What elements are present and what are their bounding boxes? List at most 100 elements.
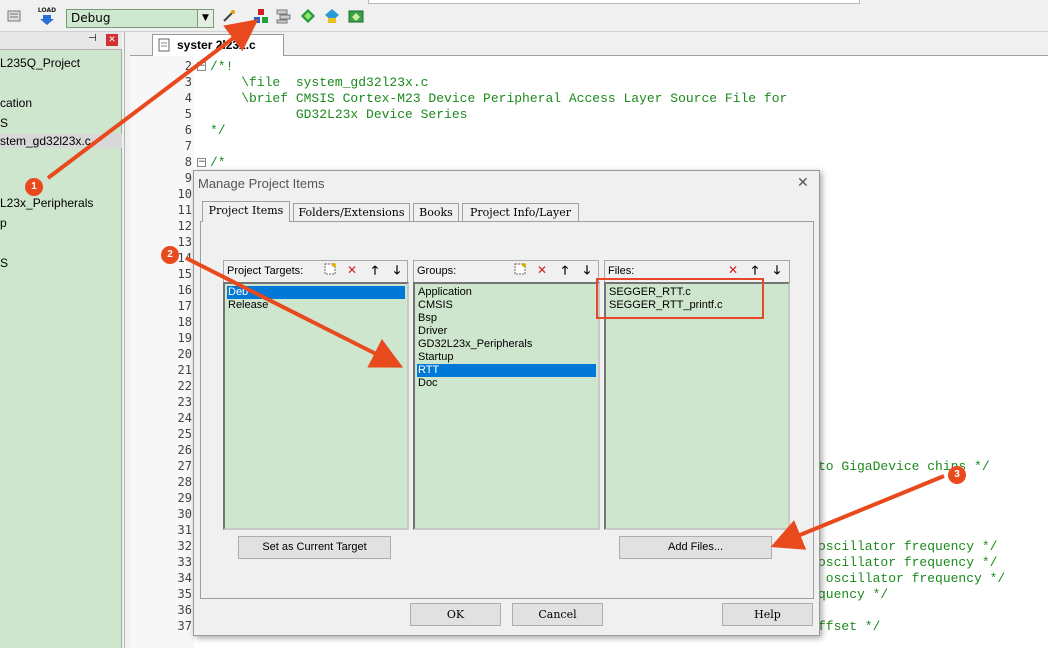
list-item-group[interactable]: Driver: [417, 325, 596, 338]
tree-item-cmsis[interactable]: S: [0, 116, 8, 130]
code-fragment: oscillator frequency */: [818, 539, 998, 554]
cancel-button[interactable]: Cancel: [512, 603, 603, 626]
manage-project-icon[interactable]: [251, 6, 271, 26]
list-item-group-selected[interactable]: RTT: [417, 364, 596, 377]
select-packs-icon[interactable]: [298, 6, 318, 26]
list-item-group[interactable]: Doc: [417, 377, 596, 390]
line-number: 11: [177, 203, 192, 217]
target-options-icon[interactable]: [219, 6, 239, 26]
tab-folders-extensions[interactable]: Folders/Extensions: [293, 203, 410, 222]
file-extensions-icon[interactable]: [274, 6, 294, 26]
project-panel: [0, 32, 122, 648]
step-badge-1: 1: [25, 178, 43, 196]
line-number: 12: [177, 219, 192, 233]
code-line: /*: [210, 155, 226, 170]
code-line: GD32L23x Device Series: [210, 107, 468, 122]
line-number: 37: [177, 619, 192, 633]
line-number: 4: [184, 91, 192, 105]
list-item-group[interactable]: Startup: [417, 351, 596, 364]
list-item-group[interactable]: Bsp: [417, 312, 596, 325]
tree-item-rtt[interactable]: S: [0, 256, 8, 270]
line-number: 13: [177, 235, 192, 249]
tab-project-items[interactable]: Project Items: [202, 201, 290, 222]
delete-file-icon[interactable]: ✕: [724, 262, 742, 279]
set-current-target-button[interactable]: Set as Current Target: [238, 536, 391, 559]
line-number: 25: [177, 427, 192, 441]
toolbar: LOAD Debug ▼: [0, 0, 1048, 32]
line-number: 23: [177, 395, 192, 409]
tab-books[interactable]: Books: [413, 203, 459, 222]
line-number: 3: [184, 75, 192, 89]
code-line: /*!: [210, 59, 234, 74]
files-list[interactable]: SEGGER_RTT.c SEGGER_RTT_printf.c: [604, 282, 790, 530]
line-number: 2: [184, 59, 192, 73]
tree-item-project[interactable]: L235Q_Project: [0, 56, 80, 70]
line-number: 30: [177, 507, 192, 521]
code-fragment: oscillator frequency */: [818, 571, 1006, 586]
groups-label: Groups:: [417, 265, 457, 277]
list-item-group[interactable]: Application: [417, 286, 596, 299]
tree-item-startup[interactable]: p: [0, 216, 7, 230]
tab-label: syster 2l23x.c: [177, 38, 256, 52]
line-number: 24: [177, 411, 192, 425]
new-target-icon[interactable]: [321, 262, 339, 279]
line-number: 32: [177, 539, 192, 553]
move-down-icon[interactable]: 🡓: [578, 262, 596, 279]
close-icon[interactable]: ✕: [797, 175, 809, 191]
line-number: 22: [177, 379, 192, 393]
dialog-title: Manage Project Items: [198, 176, 325, 191]
list-item-target[interactable]: Release: [227, 299, 405, 312]
code-line: \brief CMSIS Cortex-M23 Device Periphera…: [210, 91, 788, 106]
list-item-group[interactable]: GD32L23x_Peripherals: [417, 338, 596, 351]
fold-toggle-icon[interactable]: −: [197, 62, 206, 71]
tab-project-info-layer[interactable]: Project Info/Layer: [462, 203, 579, 222]
add-files-button[interactable]: Add Files...: [619, 536, 772, 559]
toolbar-search-box[interactable]: [368, 0, 860, 4]
line-number: 35: [177, 587, 192, 601]
run-time-env-icon[interactable]: [322, 6, 342, 26]
move-down-icon[interactable]: 🡓: [768, 262, 786, 279]
tree-item-system-file[interactable]: stem_gd32l23x.c: [0, 134, 122, 148]
move-up-icon[interactable]: 🡑: [556, 262, 574, 279]
ok-button[interactable]: OK: [410, 603, 501, 626]
line-number: 33: [177, 555, 192, 569]
delete-group-icon[interactable]: ✕: [533, 262, 551, 279]
rte-packs-icon[interactable]: [346, 6, 366, 26]
help-button[interactable]: Help: [722, 603, 813, 626]
delete-target-icon[interactable]: ✕: [343, 262, 361, 279]
line-number: 9: [184, 171, 192, 185]
move-up-icon[interactable]: 🡑: [366, 262, 384, 279]
files-label: Files:: [608, 265, 635, 277]
tab-system-file[interactable]: syster 2l23x.c: [152, 34, 284, 56]
new-group-icon[interactable]: [511, 262, 529, 279]
load-icon[interactable]: LOAD: [37, 6, 57, 26]
target-select[interactable]: Debug ▼: [66, 9, 214, 28]
line-number: 20: [177, 347, 192, 361]
move-down-icon[interactable]: 🡓: [388, 262, 406, 279]
pin-icon[interactable]: ⊣: [88, 33, 97, 44]
code-fragment: oscillator frequency */: [818, 555, 998, 570]
targets-list[interactable]: Deb Release: [223, 282, 409, 530]
line-number: 16: [177, 283, 192, 297]
tree-item-peripherals[interactable]: L23x_Peripherals: [0, 196, 93, 210]
line-number: 8: [184, 155, 192, 169]
list-item-target[interactable]: Deb: [227, 286, 405, 299]
tree-item-application[interactable]: cation: [0, 96, 32, 110]
move-up-icon[interactable]: 🡑: [746, 262, 764, 279]
list-item-group[interactable]: CMSIS: [417, 299, 596, 312]
groups-list[interactable]: Application CMSIS Bsp Driver GD32L23x_Pe…: [413, 282, 600, 530]
chevron-down-icon[interactable]: ▼: [197, 10, 213, 27]
line-number: 34: [177, 571, 192, 585]
step-badge-3: 3: [948, 466, 966, 484]
fold-toggle-icon[interactable]: −: [197, 158, 206, 167]
project-panel-header: ⊣ ✕: [0, 32, 122, 50]
line-number: 15: [177, 267, 192, 281]
close-icon[interactable]: ✕: [106, 34, 118, 46]
files-highlight-box: [596, 278, 764, 319]
line-number: 10: [177, 187, 192, 201]
rebuild-icon[interactable]: [4, 6, 24, 26]
line-number: 6: [184, 123, 192, 137]
load-label: LOAD: [37, 7, 57, 14]
target-select-value: Debug: [71, 11, 111, 25]
line-number: 17: [177, 299, 192, 313]
